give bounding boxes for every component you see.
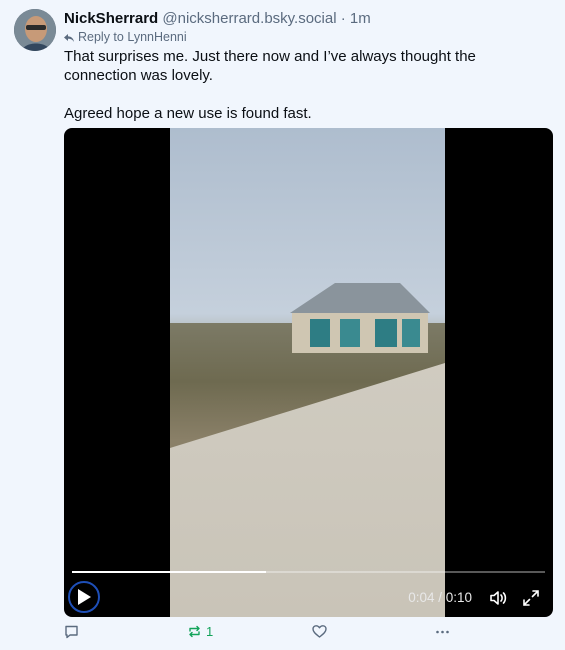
progress-fill — [72, 571, 266, 573]
building-image — [290, 283, 430, 353]
heart-icon — [312, 625, 327, 638]
post-text: That surprises me. Just there now and I’… — [64, 47, 544, 123]
more-icon — [436, 630, 449, 634]
post-actions: 1 — [64, 624, 544, 642]
avatar[interactable] — [14, 9, 56, 51]
post-text-line2: Agreed hope a new use is found fast. — [64, 105, 312, 122]
progress-track[interactable] — [72, 571, 545, 573]
play-button[interactable] — [68, 581, 100, 613]
reply-indicator[interactable]: Reply to LynnHenni — [64, 30, 187, 45]
reply-icon — [65, 625, 78, 639]
fullscreen-icon[interactable] — [523, 590, 539, 606]
like-action[interactable] — [312, 624, 331, 639]
repost-count: 1 — [206, 624, 214, 639]
repost-action[interactable]: 1 — [187, 624, 213, 639]
video-frame — [170, 128, 445, 617]
post-header: NickSherrard @nicksherrard.bsky.social ·… — [64, 10, 371, 28]
video-controls: 0:04 / 0:10 — [64, 562, 553, 617]
more-options-button[interactable] — [435, 624, 450, 639]
separator: · — [336, 10, 350, 27]
handle[interactable]: @nicksherrard.bsky.social — [162, 10, 336, 27]
display-name[interactable]: NickSherrard — [64, 10, 158, 27]
reply-to-text: Reply to LynnHenni — [78, 30, 187, 44]
reply-arrow-icon — [64, 33, 74, 42]
video-player[interactable]: 0:04 / 0:10 — [64, 128, 553, 617]
repost-icon — [189, 625, 200, 638]
video-time: 0:04 / 0:10 — [408, 590, 472, 605]
reply-action[interactable] — [64, 624, 83, 639]
volume-icon[interactable] — [489, 589, 507, 607]
play-icon — [78, 589, 91, 605]
post-time[interactable]: 1m — [350, 10, 371, 27]
post-text-line1: That surprises me. Just there now and I’… — [64, 48, 476, 84]
